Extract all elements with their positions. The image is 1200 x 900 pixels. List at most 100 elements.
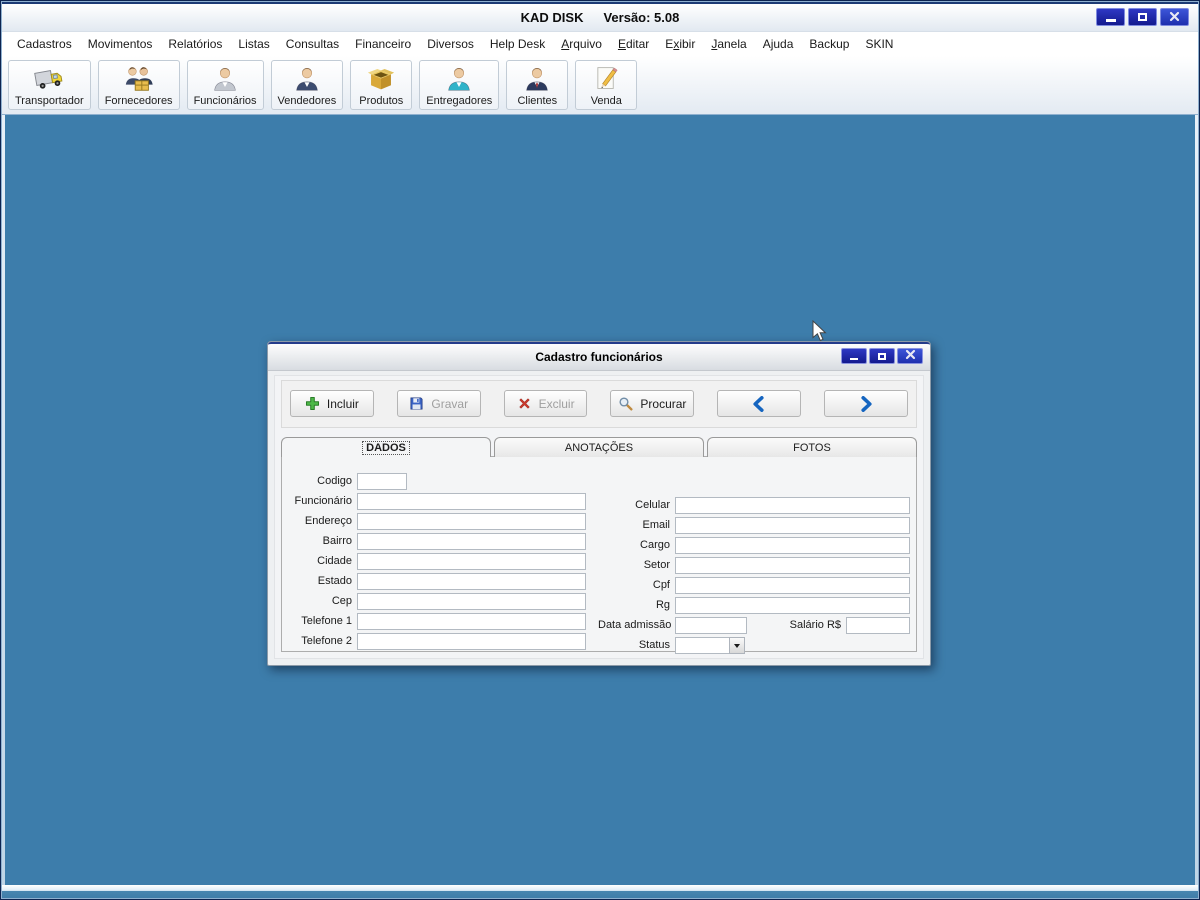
- field-label-telefone-1: Telefone 1: [290, 615, 357, 627]
- field-label-salario-r: Salário R$: [790, 619, 846, 631]
- field-label-endereco: Endereço: [290, 515, 357, 527]
- menu-item-relatorios[interactable]: Relatórios: [160, 34, 230, 54]
- close-button[interactable]: [1160, 8, 1189, 26]
- menubar: CadastrosMovimentosRelatóriosListasConsu…: [2, 32, 1198, 56]
- field-label-email: Email: [598, 519, 675, 531]
- window-frame-bottom: [2, 885, 1198, 898]
- field-input-bairro[interactable]: [357, 533, 586, 550]
- tab-dados[interactable]: DADOS: [281, 437, 491, 457]
- field-label-data-admissao: Data admissão: [598, 619, 675, 631]
- menu-item-skin[interactable]: SKIN: [857, 34, 901, 54]
- tab-panel-dados: CodigoFuncionárioEndereçoBairroCidadeEst…: [281, 456, 917, 652]
- deliverer-icon: [444, 63, 474, 93]
- chevron-left-icon: [751, 396, 767, 412]
- gravar-button[interactable]: Gravar: [397, 390, 481, 417]
- field-label-cidade: Cidade: [290, 555, 357, 567]
- next-button[interactable]: [824, 390, 908, 417]
- dialog-close-button[interactable]: [897, 348, 923, 364]
- mouse-cursor-icon: [812, 320, 827, 342]
- menu-item-ajuda[interactable]: Ajuda: [755, 34, 802, 54]
- menu-item-movimentos[interactable]: Movimentos: [80, 34, 161, 54]
- procurar-button[interactable]: Procurar: [610, 390, 694, 417]
- field-input-telefone-1[interactable]: [357, 613, 586, 630]
- field-label-telefone-2: Telefone 2: [290, 635, 357, 647]
- menu-item-consultas[interactable]: Consultas: [278, 34, 347, 54]
- field-input-estado[interactable]: [357, 573, 586, 590]
- toolbar-button-produtos[interactable]: Produtos: [350, 60, 412, 110]
- field-input-telefone-2[interactable]: [357, 633, 586, 650]
- toolbar-button-entregadores[interactable]: Entregadores: [419, 60, 499, 110]
- toolbar-button-vendedores[interactable]: Vendedores: [271, 60, 344, 110]
- field-input-cpf[interactable]: [675, 577, 910, 594]
- field-input-rg[interactable]: [675, 597, 910, 614]
- window-controls: [1096, 8, 1189, 26]
- search-icon: [618, 396, 633, 411]
- field-input-cargo[interactable]: [675, 537, 910, 554]
- field-label-cargo: Cargo: [598, 539, 675, 551]
- field-input-email[interactable]: [675, 517, 910, 534]
- menu-item-listas[interactable]: Listas: [230, 34, 277, 54]
- field-input-cep[interactable]: [357, 593, 586, 610]
- tab-anotacoes[interactable]: ANOTAÇÕES: [494, 437, 704, 457]
- excluir-button[interactable]: Excluir: [504, 390, 588, 417]
- client-area: Cadastro funcionários Incluir Gravar Exclu…: [5, 115, 1195, 885]
- toolbar-button-transportador[interactable]: Transportador: [8, 60, 91, 110]
- chevron-right-icon: [858, 396, 874, 412]
- delete-icon: [517, 396, 532, 411]
- field-label-codigo: Codigo: [290, 475, 357, 487]
- maximize-icon: [878, 353, 886, 360]
- toolbar-button-fornecedores[interactable]: Fornecedores: [98, 60, 180, 110]
- main-window: KAD DISK Versão: 5.08 CadastrosMovimento…: [1, 1, 1199, 899]
- dialog-maximize-button[interactable]: [869, 348, 895, 364]
- seller-icon: [292, 63, 322, 93]
- field-label-cpf: Cpf: [598, 579, 675, 591]
- close-icon: [1169, 10, 1180, 25]
- dropdown-arrow-button[interactable]: [729, 637, 745, 654]
- minimize-icon: [850, 352, 858, 360]
- toolbar-button-funcionarios[interactable]: Funcionários: [187, 60, 264, 110]
- menu-item-editar[interactable]: Editar: [610, 34, 657, 54]
- form-left-column: CodigoFuncionárioEndereçoBairroCidadeEst…: [290, 471, 586, 651]
- field-input-data-admissao[interactable]: [675, 617, 747, 634]
- chevron-down-icon: [734, 644, 740, 651]
- field-input-setor[interactable]: [675, 557, 910, 574]
- menu-item-diversos[interactable]: Diversos: [419, 34, 482, 54]
- previous-button[interactable]: [717, 390, 801, 417]
- main-titlebar[interactable]: KAD DISK Versão: 5.08: [2, 2, 1198, 32]
- field-input-funcionario[interactable]: [357, 493, 586, 510]
- truck-icon: [33, 63, 65, 93]
- employee-icon: [210, 63, 240, 93]
- field-input-cidade[interactable]: [357, 553, 586, 570]
- status-dropdown[interactable]: [675, 637, 745, 654]
- menu-item-help-desk[interactable]: Help Desk: [482, 34, 553, 54]
- field-input-codigo[interactable]: [357, 473, 407, 490]
- field-label-celular: Celular: [598, 499, 675, 511]
- incluir-button[interactable]: Incluir: [290, 390, 374, 417]
- menu-item-financeiro[interactable]: Financeiro: [347, 34, 419, 54]
- tab-fotos[interactable]: FOTOS: [707, 437, 917, 457]
- menu-item-janela[interactable]: Janela: [703, 34, 754, 54]
- menu-item-backup[interactable]: Backup: [801, 34, 857, 54]
- maximize-button[interactable]: [1128, 8, 1157, 26]
- field-label-rg: Rg: [598, 599, 675, 611]
- client-icon: [522, 63, 552, 93]
- form-right-column: CelularEmailCargoSetorCpfRgData admissão…: [598, 495, 910, 655]
- menu-item-cadastros[interactable]: Cadastros: [9, 34, 80, 54]
- field-input-endereco[interactable]: [357, 513, 586, 530]
- minimize-icon: [1106, 12, 1116, 22]
- field-input-salario-r[interactable]: [846, 617, 910, 634]
- field-input-status[interactable]: [675, 637, 729, 654]
- dialog-tabs: DADOSANOTAÇÕESFOTOS: [281, 437, 917, 457]
- dialog-title: Cadastro funcionários: [535, 350, 662, 364]
- menu-item-exibir[interactable]: Exibir: [657, 34, 703, 54]
- dialog-minimize-button[interactable]: [841, 348, 867, 364]
- toolbar-button-venda[interactable]: Venda: [575, 60, 637, 110]
- toolbar-button-clientes[interactable]: Clientes: [506, 60, 568, 110]
- box-icon: [366, 63, 396, 93]
- dialog-titlebar[interactable]: Cadastro funcionários: [268, 342, 930, 371]
- minimize-button[interactable]: [1096, 8, 1125, 26]
- field-label-estado: Estado: [290, 575, 357, 587]
- menu-item-arquivo[interactable]: Arquivo: [553, 34, 610, 54]
- dialog-cadastro-funcionarios: Cadastro funcionários Incluir Gravar Exclu…: [267, 341, 931, 666]
- field-input-celular[interactable]: [675, 497, 910, 514]
